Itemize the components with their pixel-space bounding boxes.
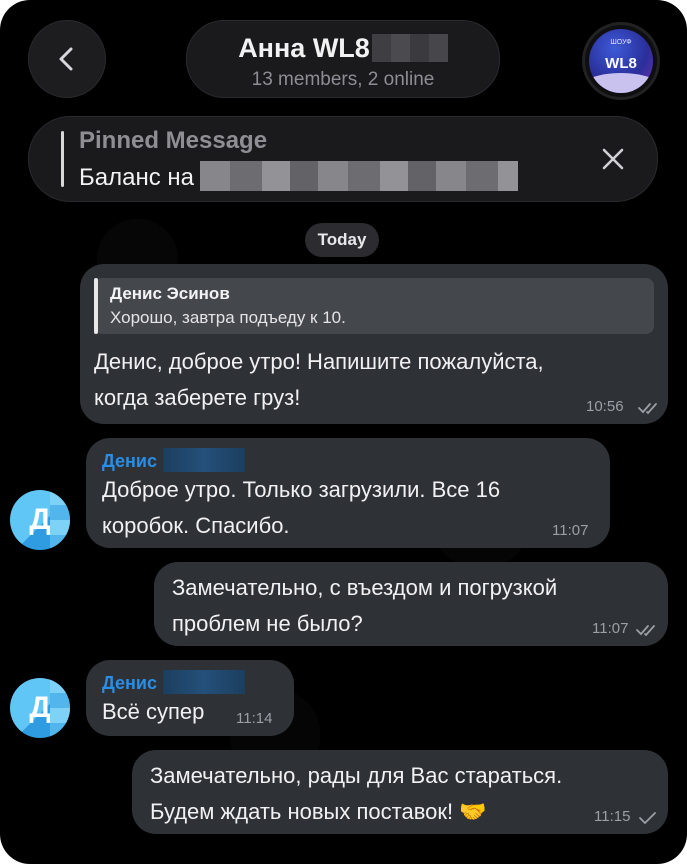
double-check-icon: [638, 403, 657, 415]
pinned-message-bar[interactable]: Pinned Message Баланс на: [28, 116, 658, 202]
chat-title-pill[interactable]: Анна WL8 13 members, 2 online: [186, 20, 500, 98]
message-bubble-outgoing[interactable]: Денис Эсинов Хорошо, завтра подъеду к 10…: [80, 264, 668, 424]
pinned-text: Баланс на: [79, 161, 518, 192]
redacted-block: [199, 161, 518, 191]
chevron-left-icon: [59, 47, 73, 71]
back-button[interactable]: [28, 20, 106, 98]
message-time: 11:14: [236, 710, 273, 727]
chat-subtitle: 13 members, 2 online: [251, 69, 435, 90]
message-sender: Денис: [102, 448, 246, 472]
message-bubble-outgoing[interactable]: Замечательно, рады для Вас стараться. Бу…: [132, 750, 668, 834]
message-time: 11:07: [552, 522, 589, 539]
message-bubble-outgoing[interactable]: Замечательно, с въездом и погрузкой проб…: [154, 562, 668, 646]
group-avatar-text: WL8: [605, 55, 637, 72]
message-text: Всё супер: [102, 699, 205, 724]
avatar-wave: [589, 73, 653, 93]
chat-title: Анна WL8: [187, 33, 499, 64]
redacted-block: [163, 670, 246, 694]
avatar-letter: Д: [29, 503, 51, 536]
message-sender: Денис: [102, 670, 246, 694]
avatar[interactable]: Д: [10, 678, 70, 738]
close-icon[interactable]: [597, 143, 629, 175]
message-time: 10:56: [586, 398, 624, 415]
avatar-pattern: [50, 490, 70, 550]
message-time: 11:15: [594, 808, 631, 825]
reply-quote[interactable]: Денис Эсинов Хорошо, завтра подъеду к 10…: [94, 278, 654, 334]
redacted-block: [163, 448, 246, 472]
date-separator: Today: [305, 223, 379, 257]
group-avatar[interactable]: ШОУФ WL8: [582, 22, 660, 100]
check-icon: [639, 812, 656, 825]
message-time: 11:07: [592, 620, 629, 637]
message-text: Денис, доброе утро! Напишите пожалуйста,…: [94, 349, 544, 410]
reply-text: Хорошо, завтра подъеду к 10.: [110, 308, 346, 327]
pinned-title: Pinned Message: [79, 127, 268, 154]
message-text: Замечательно, рады для Вас стараться. Бу…: [150, 763, 563, 824]
reply-indicator: [94, 278, 98, 334]
reply-sender: Денис Эсинов: [110, 284, 230, 303]
message-bubble-incoming[interactable]: Денис Всё супер 11:14: [86, 660, 294, 736]
group-avatar-image: ШОУФ WL8: [589, 29, 653, 93]
chat-screen: Анна WL8 13 members, 2 online ШОУФ WL8 P…: [0, 0, 687, 864]
redacted-block: [371, 34, 448, 62]
double-check-icon: [636, 625, 655, 637]
avatar[interactable]: Д: [10, 490, 70, 550]
avatar-pattern: [50, 678, 70, 738]
message-text: Доброе утро. Только загрузили. Все 16 ко…: [102, 477, 501, 538]
avatar-letter: Д: [29, 691, 51, 724]
message-bubble-incoming[interactable]: Денис Доброе утро. Только загрузили. Все…: [86, 438, 610, 548]
group-avatar-small-text: ШОУФ: [610, 39, 632, 46]
pinned-indicator: [61, 131, 64, 187]
